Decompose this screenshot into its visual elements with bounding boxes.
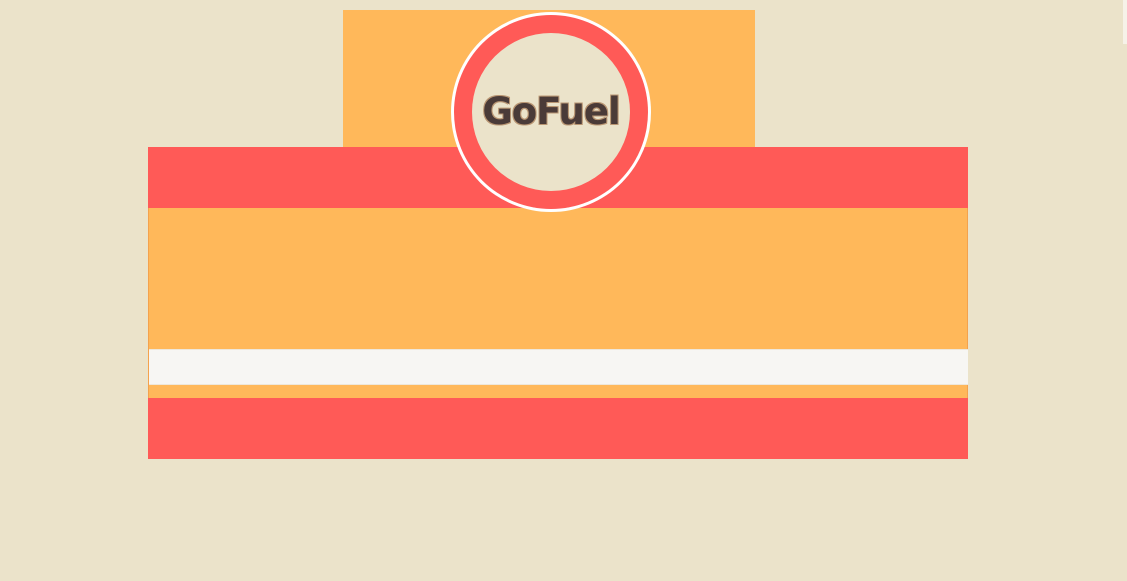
gofuel-logo-icon[interactable]: GoFuel [451, 12, 651, 212]
panel-content-area [148, 208, 968, 398]
scrollbar[interactable] [1123, 0, 1127, 44]
panel-bottom-band [148, 398, 968, 459]
logo-inner-circle: GoFuel [472, 33, 630, 191]
logo-text: GoFuel [482, 89, 620, 133]
white-input-strip[interactable] [149, 349, 968, 385]
gofuel-page: GoFuel [0, 0, 1127, 581]
logo-ring: GoFuel [454, 15, 648, 209]
